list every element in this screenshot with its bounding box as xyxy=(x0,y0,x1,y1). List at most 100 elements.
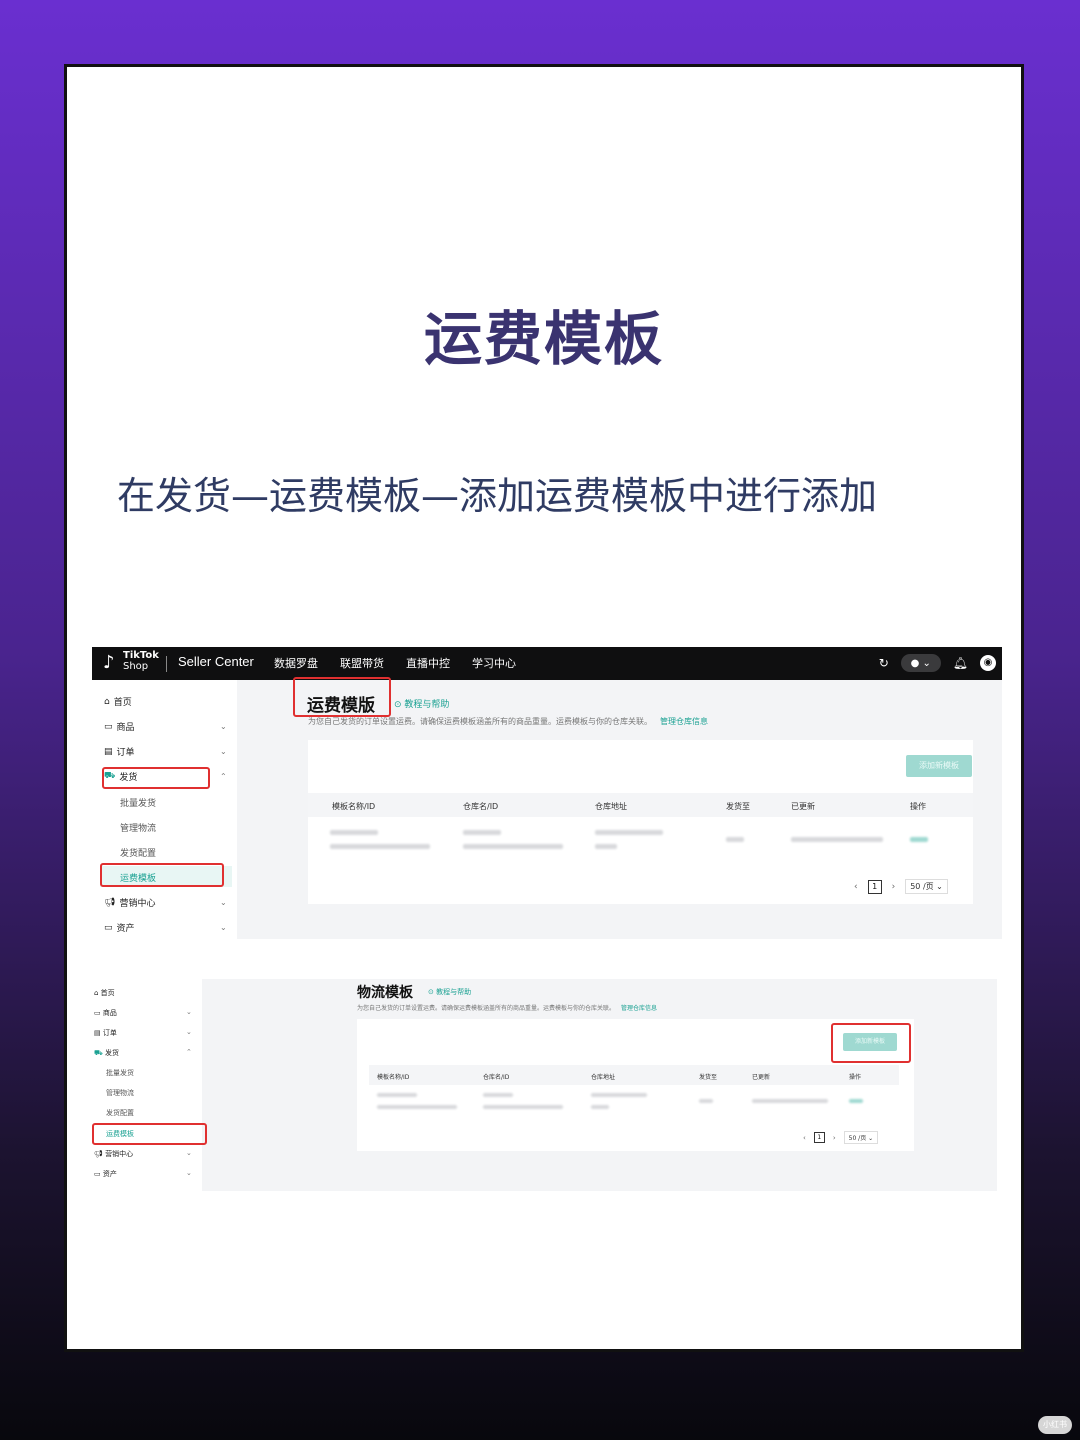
sidebar-sub-shipping-config[interactable]: 发货配置 xyxy=(120,846,156,859)
avatar[interactable]: ◉ xyxy=(980,655,996,671)
blurred-action-link[interactable] xyxy=(849,1099,863,1103)
sidebar-item-label: 资产 xyxy=(116,924,135,934)
page-number[interactable]: 1 xyxy=(867,879,882,894)
sidebar-item-products[interactable]: ▭ 商品 ⌄ xyxy=(94,1008,192,1018)
template-panel: 添加新模板 模板名称/ID 仓库名/ID 仓库地址 发货至 已更新 操作 ‹ 1… xyxy=(308,740,973,904)
highlight-box-title xyxy=(293,677,391,717)
top-right-icons: ↻ ● ⌄ 🔔︎ ◉ xyxy=(879,654,996,672)
tutorial-card: 运费模板 在发货—运费模板—添加运费模板中进行添加 ♪ TikTok Shop … xyxy=(64,64,1024,1352)
help-link[interactable]: ⊙ 教程与帮助 xyxy=(428,987,471,997)
headline: 运费模板 xyxy=(423,305,664,373)
logo-line2: Shop xyxy=(123,661,149,672)
sidebar-sub-shipping-config[interactable]: 发货配置 xyxy=(106,1108,134,1118)
page-title: 物流模板 xyxy=(357,985,413,1001)
order-icon: ▤ xyxy=(104,746,113,757)
col-actions: 操作 xyxy=(849,1074,862,1081)
sidebar-item-label: 首页 xyxy=(100,989,115,997)
chevron-up-icon: ⌃ xyxy=(186,1048,192,1056)
screenshot-freight-template: ♪ TikTok Shop Seller Center 数据罗盘 联盟带货 直播… xyxy=(92,647,1002,939)
sidebar-item-assets[interactable]: ▭ 资产 ⌄ xyxy=(94,1169,192,1179)
page-size-select[interactable]: 50 /页 ⌄ xyxy=(843,1131,879,1144)
screenshot-logistics-template: ⌂ 首页 ▭ 商品 ⌄ ▤ 订单 ⌄ ⛟ 发货 ⌃ 批量发货 管理物流 发货配置 运费… xyxy=(92,979,997,1191)
sidebar: ⌂ 首页 ▭ 商品 ⌄ ▤ 订单 ⌄ ⛟ 发货 ⌃ 批量发货 管理物流 发货配置 运费模板 📢… xyxy=(92,680,237,939)
col-actions: 操作 xyxy=(910,802,926,811)
sidebar-item-marketing[interactable]: 📢︎ 营销中心 ⌄ xyxy=(94,1149,192,1159)
help-link-label: 教程与帮助 xyxy=(404,700,450,710)
bell-icon[interactable]: 🔔︎ xyxy=(953,656,968,670)
blurred-cell xyxy=(377,1093,417,1097)
sidebar-item-home[interactable]: ⌂ 首页 xyxy=(104,695,132,709)
col-warehouse-name: 仓库名/ID xyxy=(483,1074,510,1081)
sidebar-item-marketing[interactable]: 📢︎ 营销中心 ⌄ xyxy=(104,896,227,910)
home-icon: ⌂ xyxy=(104,696,110,707)
description-text: 为您自己发货的订单设置运费。请确保运费模板涵盖所有的商品重量。运费模板与你的仓库… xyxy=(308,717,652,726)
sidebar-item-label: 发货 xyxy=(105,1049,120,1057)
chevron-down-icon: ⌄ xyxy=(186,1169,192,1177)
sidebar-item-home[interactable]: ⌂ 首页 xyxy=(94,988,115,998)
col-updated: 已更新 xyxy=(791,802,815,811)
order-icon: ▤ xyxy=(94,1029,103,1037)
product-icon: ▭ xyxy=(94,1009,103,1017)
prev-page-icon[interactable]: ‹ xyxy=(803,1134,806,1142)
subtitle: 在发货—运费模板—添加运费模板中进行添加 xyxy=(117,474,878,518)
manage-warehouse-link[interactable]: 管理仓库信息 xyxy=(660,717,708,726)
blurred-cell xyxy=(791,837,883,842)
chat-dropdown-icon[interactable]: ● ⌄ xyxy=(900,654,941,672)
next-page-icon[interactable]: › xyxy=(833,1134,836,1142)
nav-live-console[interactable]: 直播中控 xyxy=(406,655,450,671)
manage-warehouse-link[interactable]: 管理仓库信息 xyxy=(621,1005,657,1012)
sidebar-sub-bulk-ship[interactable]: 批量发货 xyxy=(120,796,156,809)
add-template-button[interactable]: 添加新模板 xyxy=(906,755,972,777)
refresh-icon[interactable]: ↻ xyxy=(879,656,889,670)
sidebar-item-orders[interactable]: ▤ 订单 ⌄ xyxy=(94,1028,192,1038)
table-header: 模板名称/ID 仓库名/ID 仓库地址 发货至 已更新 操作 xyxy=(369,1065,899,1085)
blurred-cell xyxy=(591,1105,609,1109)
template-panel: 添加新模板 模板名称/ID 仓库名/ID 仓库地址 发货至 已更新 操作 ‹ 1… xyxy=(357,1019,914,1151)
sidebar-sub-manage-logistics[interactable]: 管理物流 xyxy=(120,821,156,834)
tiktok-shop-logo[interactable]: TikTok Shop xyxy=(123,650,159,672)
page-size-select[interactable]: 50 /页 ⌄ xyxy=(905,879,948,894)
sidebar-item-label: 商品 xyxy=(102,1009,117,1017)
sidebar-item-label: 营销中心 xyxy=(119,899,156,909)
blurred-cell xyxy=(595,844,617,849)
col-template-name: 模板名称/ID xyxy=(332,802,376,811)
home-icon: ⌂ xyxy=(94,989,101,997)
sidebar-item-label: 营销中心 xyxy=(105,1150,134,1158)
sidebar-item-assets[interactable]: ▭ 资产 ⌄ xyxy=(104,921,227,935)
help-link[interactable]: ⊙ 教程与帮助 xyxy=(394,697,449,710)
chevron-down-icon: ⌄ xyxy=(220,898,227,907)
seller-center-title: Seller Center xyxy=(178,654,254,669)
xiaohongshu-watermark: 小红书 xyxy=(1038,1416,1072,1434)
col-warehouse-address: 仓库地址 xyxy=(595,802,627,811)
page-size-value: 50 /页 xyxy=(910,882,934,891)
highlight-box-add-button xyxy=(831,1023,911,1063)
blurred-cell xyxy=(595,830,663,835)
blurred-cell xyxy=(377,1105,457,1109)
chevron-down-icon: ⌄ xyxy=(220,747,227,756)
asset-icon: ▭ xyxy=(94,1170,103,1178)
blurred-cell xyxy=(330,830,378,835)
chevron-down-icon: ⌄ xyxy=(186,1149,192,1157)
sidebar-item-products[interactable]: ▭ 商品 ⌄ xyxy=(104,720,227,734)
top-nav-links: 数据罗盘 联盟带货 直播中控 学习中心 xyxy=(274,655,516,671)
logo-line1: TikTok xyxy=(123,650,159,661)
tiktok-logo-icon: ♪ xyxy=(103,652,115,673)
prev-page-icon[interactable]: ‹ xyxy=(854,882,858,892)
page-number[interactable]: 1 xyxy=(813,1132,825,1143)
blurred-cell xyxy=(752,1099,828,1103)
sidebar-sub-manage-logistics[interactable]: 管理物流 xyxy=(106,1088,134,1098)
nav-data-compass[interactable]: 数据罗盘 xyxy=(274,655,318,671)
sidebar-item-orders[interactable]: ▤ 订单 ⌄ xyxy=(104,745,227,759)
sidebar-sub-bulk-ship[interactable]: 批量发货 xyxy=(106,1068,134,1078)
description-text: 为您自己发货的订单设置运费。请确保运费模板涵盖所有的商品重量。运费模板与你的仓库… xyxy=(357,1005,616,1012)
nav-affiliate[interactable]: 联盟带货 xyxy=(340,655,384,671)
pagination: ‹ 1 › 50 /页 ⌄ xyxy=(803,1131,879,1144)
col-template-name: 模板名称/ID xyxy=(377,1074,410,1081)
nav-learning-center[interactable]: 学习中心 xyxy=(472,655,516,671)
next-page-icon[interactable]: › xyxy=(892,882,896,892)
blurred-action-link[interactable] xyxy=(910,837,928,842)
shipping-icon: ⛟ xyxy=(94,1049,106,1057)
col-ship-to: 发货至 xyxy=(726,802,750,811)
blurred-cell xyxy=(699,1099,713,1103)
sidebar-item-shipping[interactable]: ⛟ 发货 ⌃ xyxy=(94,1048,192,1058)
